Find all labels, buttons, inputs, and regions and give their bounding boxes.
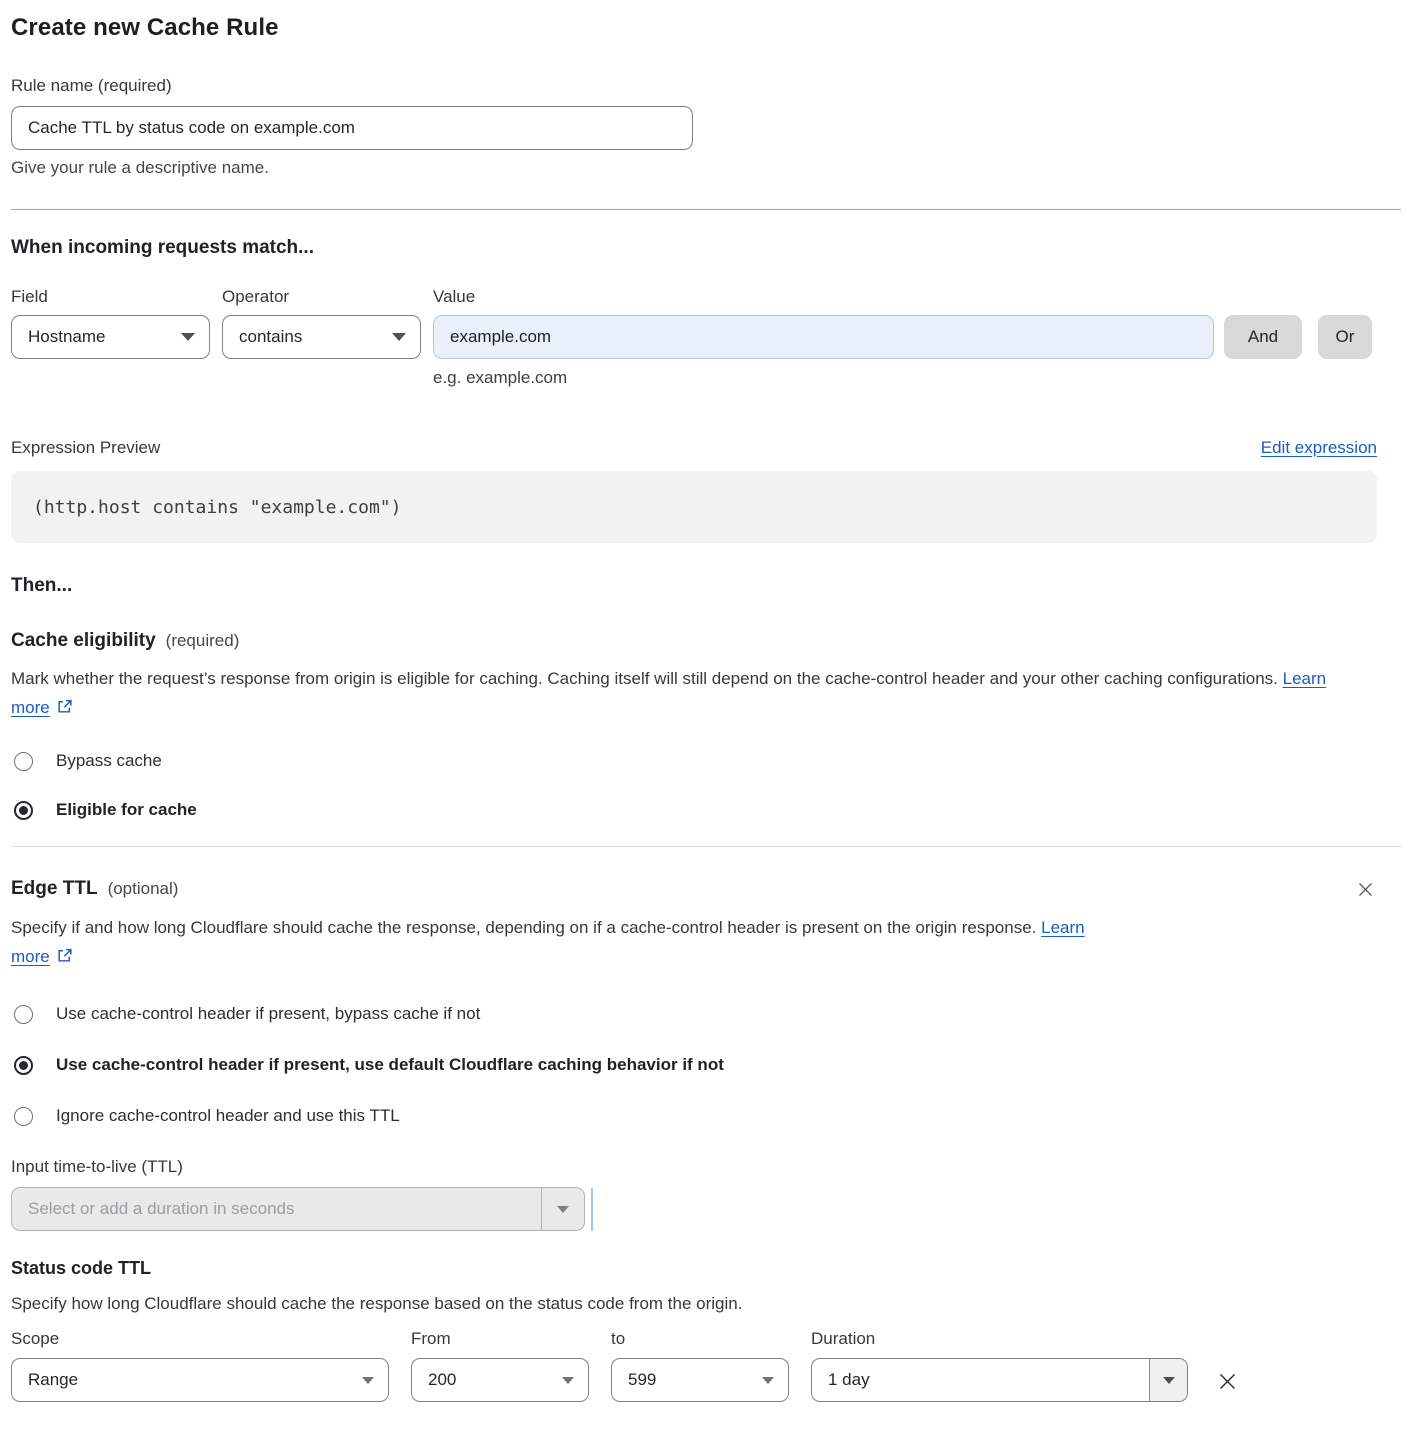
chevron-down-icon [562, 1377, 574, 1384]
value-input[interactable] [433, 315, 1214, 359]
chevron-down-icon [362, 1377, 374, 1384]
radio-label: Bypass cache [56, 751, 162, 771]
to-select-value: 599 [628, 1370, 656, 1390]
status-code-ttl-description: Specify how long Cloudflare should cache… [11, 1289, 1401, 1318]
edge-ttl-description-text: Specify if and how long Cloudflare shoul… [11, 918, 1036, 937]
radio-label: Use cache-control header if present, use… [56, 1055, 724, 1075]
rule-name-input[interactable] [11, 106, 693, 150]
radio-label: Use cache-control header if present, byp… [56, 1004, 480, 1024]
edge-ttl-qualifier: (optional) [108, 879, 179, 899]
page-title: Create new Cache Rule [11, 14, 1401, 42]
ttl-input-label: Input time-to-live (TTL) [11, 1157, 1401, 1177]
external-link-icon [56, 695, 73, 724]
radio-use-header-bypass[interactable]: Use cache-control header if present, byp… [11, 1004, 1401, 1024]
radio-label: Ignore cache-control header and use this… [56, 1106, 400, 1126]
field-select[interactable]: Hostname [11, 315, 210, 359]
chevron-down-icon [181, 333, 195, 341]
duration-combobox[interactable]: 1 day [811, 1358, 1188, 1402]
from-label: From [411, 1329, 589, 1349]
chevron-down-icon [762, 1377, 774, 1384]
text-cursor [591, 1188, 593, 1231]
edge-ttl-description: Specify if and how long Cloudflare shoul… [11, 913, 1116, 973]
section-divider [11, 846, 1401, 847]
chevron-down-icon[interactable] [1149, 1359, 1187, 1401]
external-link-icon [56, 944, 73, 973]
scope-select[interactable]: Range [11, 1358, 389, 1402]
radio-selected-icon [14, 801, 33, 820]
radio-use-header-default[interactable]: Use cache-control header if present, use… [11, 1055, 1401, 1075]
status-code-ttl-heading: Status code TTL [11, 1258, 1401, 1279]
rule-name-label: Rule name (required) [11, 76, 172, 95]
duration-value[interactable]: 1 day [812, 1359, 1149, 1401]
chevron-down-icon [392, 333, 406, 341]
duration-label: Duration [811, 1329, 1188, 1349]
ttl-duration-select[interactable]: Select or add a duration in seconds [11, 1187, 585, 1231]
scope-select-value: Range [28, 1370, 78, 1390]
radio-circle-icon [14, 1107, 33, 1126]
and-button[interactable]: And [1224, 315, 1302, 359]
scope-label: Scope [11, 1329, 389, 1349]
cache-eligibility-heading: Cache eligibility [11, 630, 156, 652]
chevron-down-icon[interactable] [541, 1188, 584, 1230]
value-hint: e.g. example.com [433, 368, 1214, 388]
edit-expression-link[interactable]: Edit expression [1261, 438, 1377, 458]
field-select-value: Hostname [28, 327, 105, 347]
ttl-duration-placeholder: Select or add a duration in seconds [12, 1188, 541, 1230]
close-icon[interactable] [1354, 878, 1377, 901]
expression-code: (http.host contains "example.com") [33, 497, 401, 518]
radio-bypass-cache[interactable]: Bypass cache [11, 751, 1401, 771]
edge-ttl-heading: Edge TTL [11, 878, 98, 900]
radio-eligible-for-cache[interactable]: Eligible for cache [11, 800, 1401, 820]
operator-label: Operator [222, 287, 421, 307]
expression-preview-label: Expression Preview [11, 438, 160, 458]
from-select[interactable]: 200 [411, 1358, 589, 1402]
field-label: Field [11, 287, 210, 307]
or-button[interactable]: Or [1318, 315, 1372, 359]
from-select-value: 200 [428, 1370, 456, 1390]
radio-label: Eligible for cache [56, 800, 197, 820]
remove-row-icon[interactable] [1214, 1368, 1241, 1395]
section-divider [11, 209, 1401, 210]
to-label: to [611, 1329, 789, 1349]
radio-selected-icon [14, 1056, 33, 1075]
cache-eligibility-description-text: Mark whether the request’s response from… [11, 669, 1278, 688]
rule-name-help: Give your rule a descriptive name. [11, 158, 1401, 178]
cache-eligibility-qualifier: (required) [166, 631, 240, 651]
value-label: Value [433, 287, 1214, 307]
radio-circle-icon [14, 1005, 33, 1024]
operator-select-value: contains [239, 327, 302, 347]
cache-eligibility-description: Mark whether the request’s response from… [11, 664, 1351, 724]
then-heading: Then... [11, 575, 1401, 597]
radio-circle-icon [14, 752, 33, 771]
match-section-heading: When incoming requests match... [11, 237, 1401, 259]
expression-preview-box: (http.host contains "example.com") [11, 471, 1377, 543]
create-cache-rule-form: Create new Cache Rule Rule name (require… [0, 0, 1412, 1432]
radio-ignore-header-use-ttl[interactable]: Ignore cache-control header and use this… [11, 1106, 1401, 1126]
operator-select[interactable]: contains [222, 315, 421, 359]
to-select[interactable]: 599 [611, 1358, 789, 1402]
